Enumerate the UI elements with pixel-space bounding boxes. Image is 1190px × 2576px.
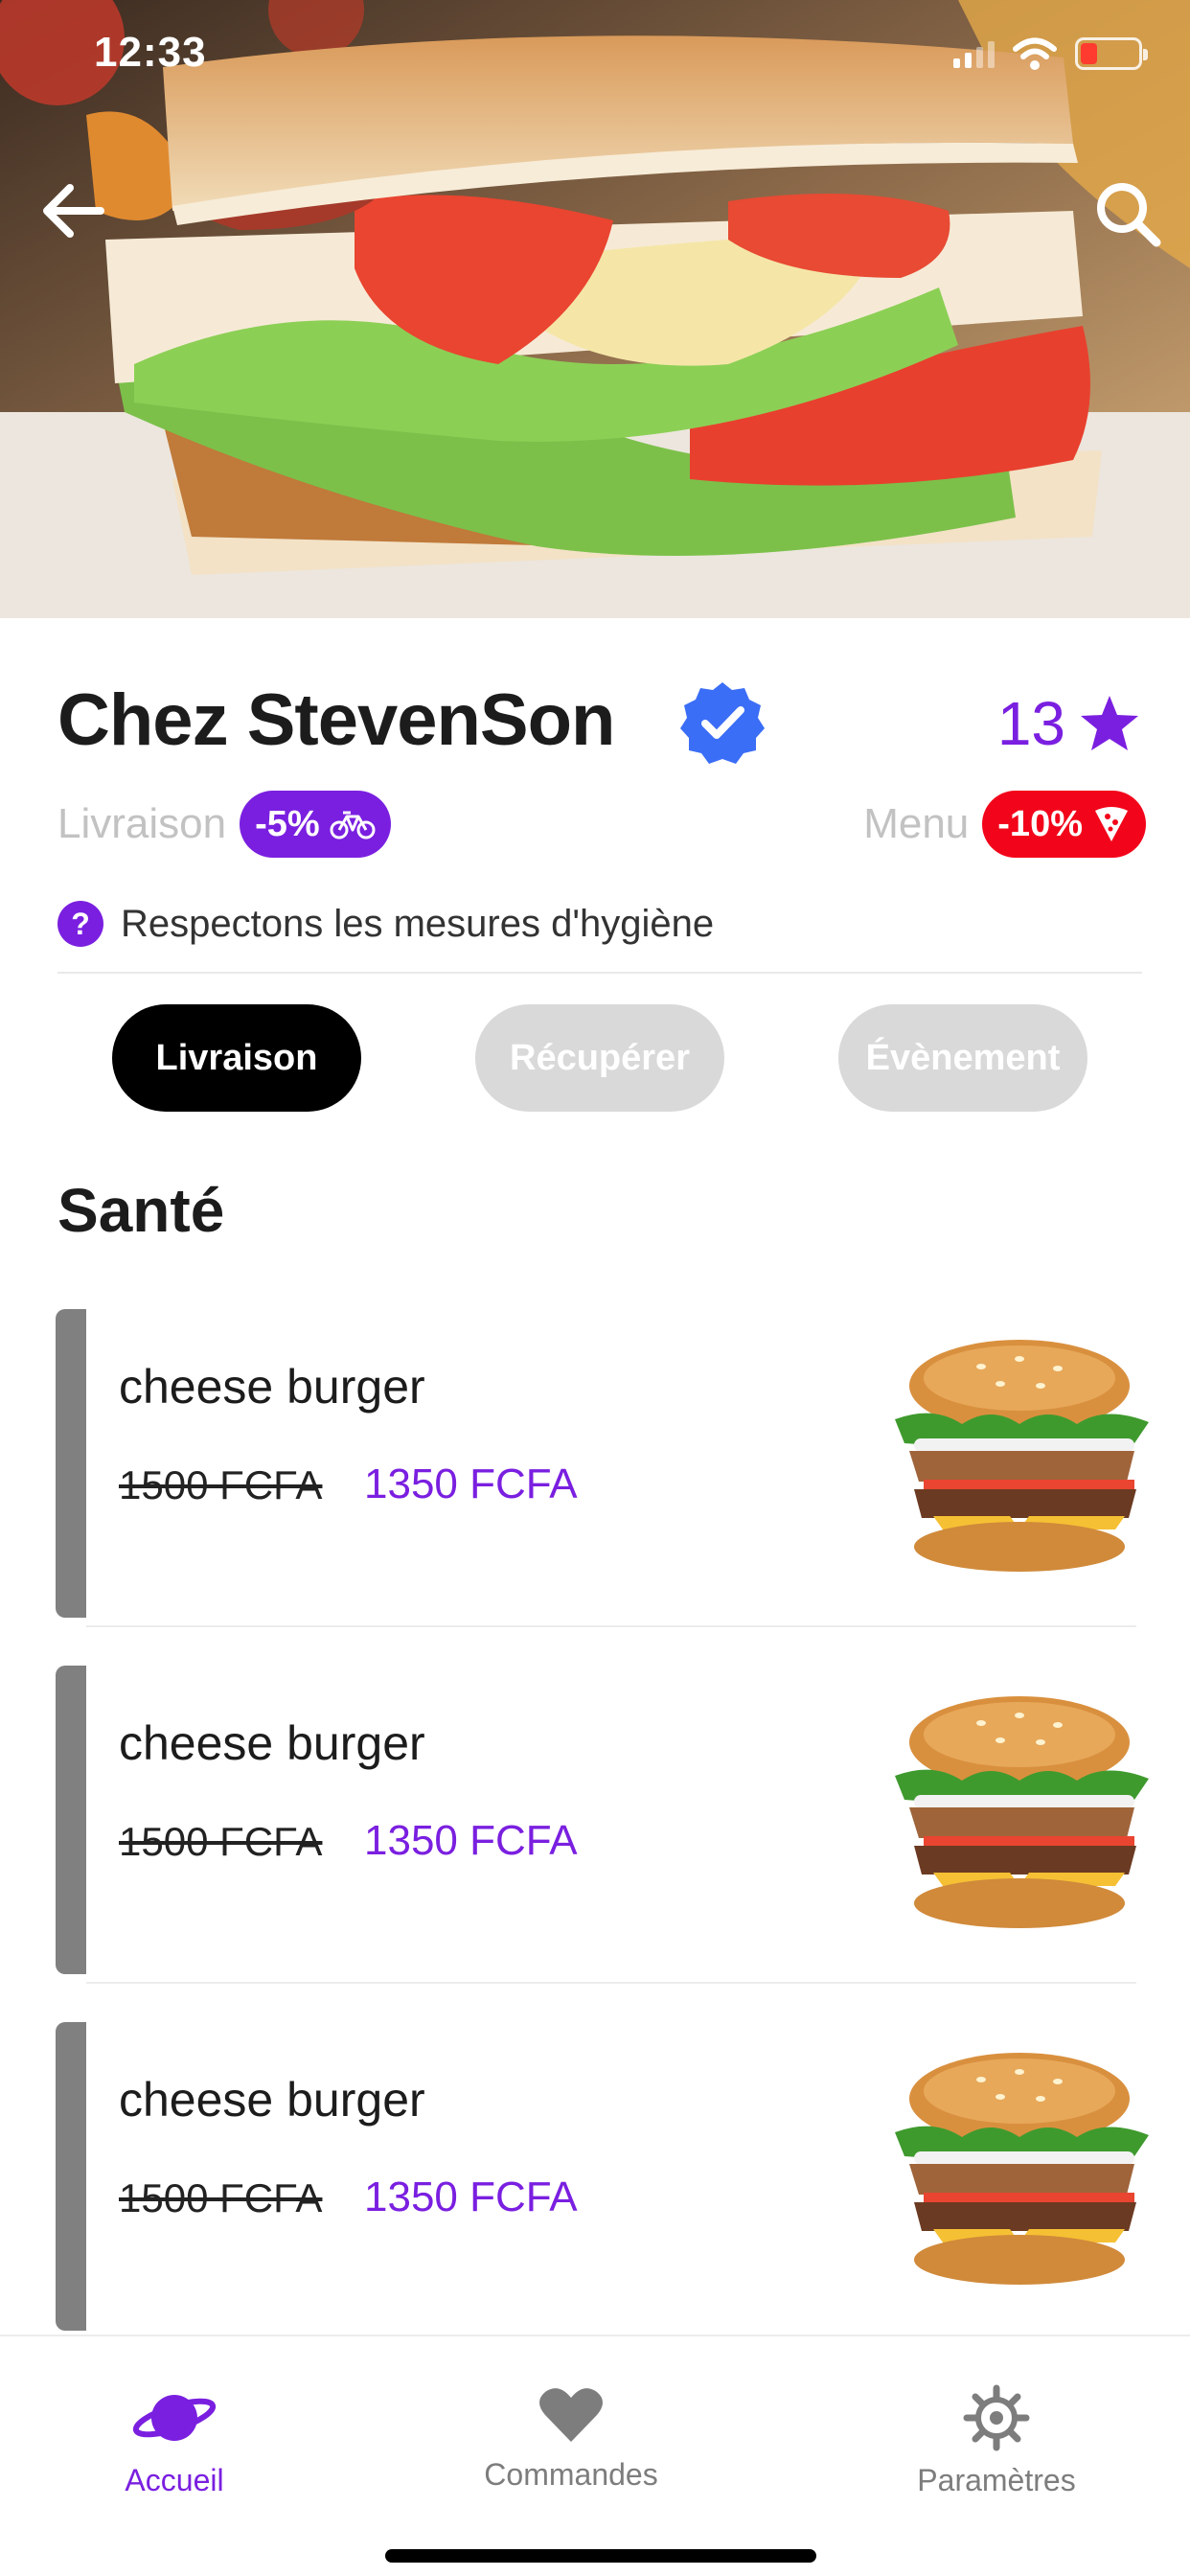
battery-icon [1075,37,1148,70]
nav-accueil[interactable]: Accueil [31,2384,318,2498]
heart-icon [539,2388,603,2442]
planet-icon [132,2395,217,2441]
nav-label-accueil: Accueil [125,2463,224,2497]
rating: 13 [997,688,1140,759]
menu-item[interactable]: cheese burger 1500 FCFA 1350 FCFA [56,1666,1149,1984]
menu-item-old-price: 1500 FCFA [119,1819,323,1864]
home-indicator[interactable] [385,2549,816,2563]
nav-label-parametres: Paramètres [917,2463,1076,2497]
nav-parametres[interactable]: Paramètres [853,2384,1140,2498]
nav-commandes[interactable]: Commandes [427,2384,715,2493]
bottom-nav: Accueil Commandes Paramètres [0,2334,1190,2576]
menu-discount-value: -10% [997,803,1083,844]
back-button[interactable] [34,172,111,249]
battery-level [1081,43,1098,64]
promo-row: Livraison -5% Menu -10% [57,788,1146,861]
help-icon: ? [57,901,103,947]
status-time: 12:33 [94,29,207,76]
hygiene-text: Respectons les mesures d'hygiène [121,902,715,945]
star-icon [1081,696,1138,750]
verified-badge-icon [680,682,765,764]
delivery-discount-badge: -5% [240,791,391,858]
menu-item-old-price: 1500 FCFA [119,1462,323,1507]
menu-item-name: cheese burger [119,1716,425,1770]
item-divider [86,1625,1136,1627]
divider [57,972,1142,974]
gear-icon [963,2384,1030,2451]
status-bar: 12:33 [0,0,1190,105]
menu-item-accent-bar [56,1666,86,1974]
burger-image [895,1340,1149,1572]
menu-promo-label: Menu [863,800,970,847]
delivery-promo-label: Livraison [57,800,227,847]
tab-recuperer[interactable]: Récupérer [475,1004,724,1112]
menu-item-accent-bar [56,1309,86,1618]
item-divider [86,1982,1136,1984]
menu-item[interactable]: cheese burger 1500 FCFA 1350 FCFA [56,2022,1149,2331]
signal-icon [953,39,995,68]
status-icons [953,36,1148,71]
hero-image: 12:33 [0,0,1190,618]
tab-livraison[interactable]: Livraison [112,1004,361,1112]
bicycle-icon [330,811,376,840]
menu-item-new-price: 1350 FCFA [364,1460,578,1507]
nav-label-commandes: Commandes [484,2457,658,2492]
rating-value: 13 [996,689,1065,758]
menu-item[interactable]: cheese burger 1500 FCFA 1350 FCFA [56,1309,1149,1627]
pizza-icon [1095,807,1128,841]
wifi-icon [1013,37,1057,70]
menu-item-name: cheese burger [119,1360,425,1414]
burger-image [895,2053,1149,2285]
section-title: Santé [57,1176,225,1245]
burger-image [895,1696,1149,1928]
hygiene-notice[interactable]: ? Respectons les mesures d'hygiène [57,901,714,947]
menu-item-accent-bar [56,2022,86,2331]
menu-item-new-price: 1350 FCFA [364,2174,578,2220]
restaurant-name: Chez StevenSon [57,679,615,761]
delivery-discount-value: -5% [255,803,320,844]
menu-promo: Menu -10% [863,788,1146,861]
restaurant-header: Chez StevenSon 13 [57,671,1140,776]
tab-evenement[interactable]: Évènement [838,1004,1087,1112]
search-button[interactable] [1085,171,1171,257]
menu-item-new-price: 1350 FCFA [364,1817,578,1864]
menu-discount-badge: -10% [982,791,1146,858]
arrow-left-icon [43,184,104,238]
delivery-promo: Livraison -5% [57,788,391,861]
search-icon [1097,183,1161,247]
menu-item-old-price: 1500 FCFA [119,2175,323,2220]
menu-item-name: cheese burger [119,2073,425,2127]
